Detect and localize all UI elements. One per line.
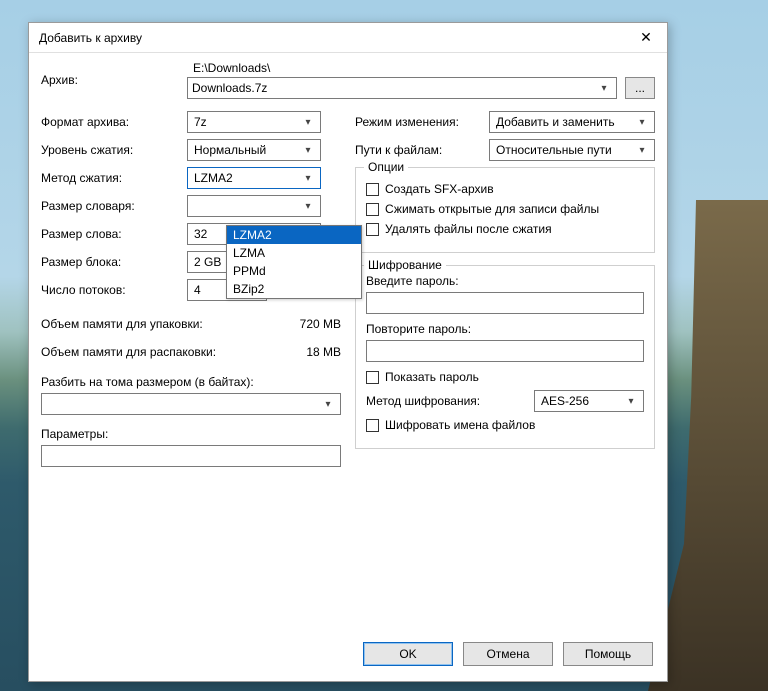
archive-label: Архив: bbox=[41, 73, 187, 87]
chevron-down-icon: ▾ bbox=[320, 396, 336, 412]
close-button[interactable]: ✕ bbox=[633, 28, 659, 48]
delete-checkbox[interactable] bbox=[366, 223, 379, 236]
params-label: Параметры: bbox=[41, 427, 341, 441]
archive-name-combo[interactable]: Downloads.7z ▾ bbox=[187, 77, 617, 99]
mem-unpack-label: Объем памяти для распаковки: bbox=[41, 345, 306, 359]
compression-method-select[interactable]: LZMA2 ▾ bbox=[187, 167, 321, 189]
update-mode-select[interactable]: Добавить и заменить ▾ bbox=[489, 111, 655, 133]
browse-button[interactable]: ... bbox=[625, 77, 655, 99]
enter-password-label: Введите пароль: bbox=[366, 274, 644, 288]
dropdown-option[interactable]: LZMA2 bbox=[227, 226, 361, 244]
show-password-checkbox[interactable] bbox=[366, 371, 379, 384]
split-volumes-combo[interactable]: ▾ bbox=[41, 393, 341, 415]
method-label: Метод сжатия: bbox=[41, 171, 187, 185]
mem-pack-label: Объем памяти для упаковки: bbox=[41, 317, 300, 331]
block-label: Размер блока: bbox=[41, 255, 187, 269]
encryption-method-select[interactable]: AES-256 ▾ bbox=[534, 390, 644, 412]
dict-label: Размер словаря: bbox=[41, 199, 187, 213]
archive-name-value: Downloads.7z bbox=[192, 81, 267, 95]
options-group-title: Опции bbox=[364, 160, 408, 174]
enc-method-label: Метод шифрования: bbox=[366, 394, 534, 408]
path-mode-select[interactable]: Относительные пути ▾ bbox=[489, 139, 655, 161]
chevron-down-icon: ▾ bbox=[634, 114, 650, 130]
encrypt-names-checkbox[interactable] bbox=[366, 419, 379, 432]
password-repeat-input[interactable] bbox=[366, 340, 644, 362]
shared-checkbox[interactable] bbox=[366, 203, 379, 216]
level-label: Уровень сжатия: bbox=[41, 143, 187, 157]
archive-format-select[interactable]: 7z ▾ bbox=[187, 111, 321, 133]
repeat-password-label: Повторите пароль: bbox=[366, 322, 644, 336]
button-bar: OK Отмена Помощь bbox=[29, 637, 667, 681]
help-button[interactable]: Помощь bbox=[563, 642, 653, 666]
chevron-down-icon: ▾ bbox=[300, 170, 316, 186]
path-mode-label: Пути к файлам: bbox=[355, 143, 475, 157]
add-to-archive-dialog: Добавить к архиву ✕ Архив: E:\Downloads\… bbox=[28, 22, 668, 682]
threads-label: Число потоков: bbox=[41, 283, 187, 297]
dialog-title: Добавить к архиву bbox=[39, 31, 633, 45]
delete-label: Удалять файлы после сжатия bbox=[385, 222, 552, 236]
format-label: Формат архива: bbox=[41, 115, 187, 129]
show-password-label: Показать пароль bbox=[385, 370, 479, 384]
chevron-down-icon: ▾ bbox=[596, 80, 612, 96]
dropdown-option[interactable]: PPMd bbox=[227, 262, 361, 280]
chevron-down-icon: ▾ bbox=[623, 393, 639, 409]
password-input[interactable] bbox=[366, 292, 644, 314]
sfx-label: Создать SFX-архив bbox=[385, 182, 494, 196]
encryption-group-title: Шифрование bbox=[364, 258, 446, 272]
encrypt-names-label: Шифровать имена файлов bbox=[385, 418, 535, 432]
dropdown-option[interactable]: BZip2 bbox=[227, 280, 361, 298]
mem-unpack-value: 18 MB bbox=[306, 345, 341, 359]
chevron-down-icon: ▾ bbox=[634, 142, 650, 158]
titlebar: Добавить к архиву ✕ bbox=[29, 23, 667, 53]
archive-path: E:\Downloads\ bbox=[193, 61, 655, 75]
options-group: Опции Создать SFX-архив Сжимать открытые… bbox=[355, 167, 655, 253]
split-label: Разбить на тома размером (в байтах): bbox=[41, 375, 341, 389]
update-mode-label: Режим изменения: bbox=[355, 115, 475, 129]
mem-pack-value: 720 MB bbox=[300, 317, 341, 331]
encryption-group: Шифрование Введите пароль: Повторите пар… bbox=[355, 265, 655, 449]
chevron-down-icon: ▾ bbox=[300, 142, 316, 158]
parameters-input[interactable] bbox=[41, 445, 341, 467]
chevron-down-icon: ▾ bbox=[300, 114, 316, 130]
compression-method-dropdown[interactable]: LZMA2 LZMA PPMd BZip2 bbox=[226, 225, 362, 299]
dictionary-size-select[interactable]: ▾ bbox=[187, 195, 321, 217]
word-label: Размер слова: bbox=[41, 227, 187, 241]
dropdown-option[interactable]: LZMA bbox=[227, 244, 361, 262]
cancel-button[interactable]: Отмена bbox=[463, 642, 553, 666]
sfx-checkbox[interactable] bbox=[366, 183, 379, 196]
compression-level-select[interactable]: Нормальный ▾ bbox=[187, 139, 321, 161]
ok-button[interactable]: OK bbox=[363, 642, 453, 666]
shared-label: Сжимать открытые для записи файлы bbox=[385, 202, 599, 216]
chevron-down-icon: ▾ bbox=[300, 198, 316, 214]
